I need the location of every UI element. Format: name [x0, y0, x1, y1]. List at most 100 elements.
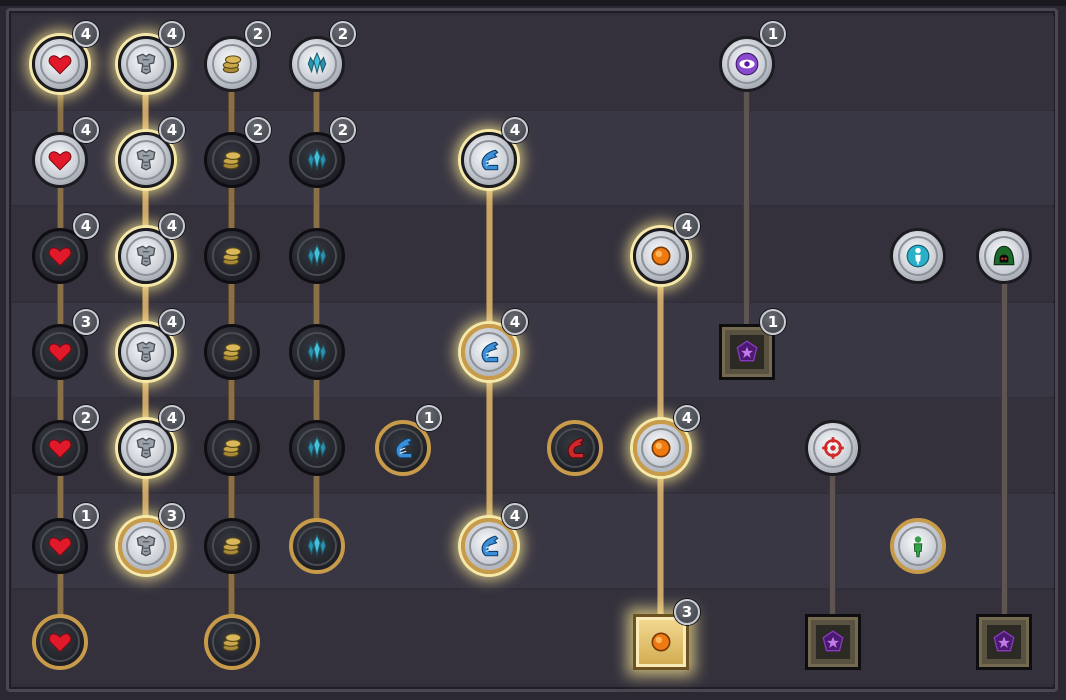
skill-node-square[interactable]	[976, 614, 1032, 670]
rank-badge: 2	[330, 21, 356, 47]
rank-badge: 4	[159, 21, 185, 47]
coins-icon	[219, 243, 245, 269]
crystal-icon	[304, 339, 330, 365]
rank-badge: 1	[416, 405, 442, 431]
crystal-icon	[304, 435, 330, 461]
skill-node-face	[469, 526, 509, 566]
red-wing-icon	[562, 435, 588, 461]
skill-node-face	[212, 140, 252, 180]
heart-icon	[47, 147, 73, 173]
heart-icon	[47, 339, 73, 365]
skill-node-face	[40, 526, 80, 566]
skill-node-face	[297, 332, 337, 372]
armor-icon	[133, 533, 159, 559]
rank-badge: 4	[502, 309, 528, 335]
coins-icon	[219, 435, 245, 461]
rank-badge: 4	[502, 117, 528, 143]
rank-badge: 4	[674, 213, 700, 239]
coins-icon	[219, 629, 245, 655]
heart-icon	[47, 629, 73, 655]
skill-node[interactable]	[289, 228, 345, 284]
skill-node-face	[212, 526, 252, 566]
skill-node[interactable]	[204, 614, 260, 670]
skill-node-square[interactable]	[805, 614, 861, 670]
skill-node[interactable]	[204, 228, 260, 284]
skill-node-face	[126, 44, 166, 84]
skill-node-face	[40, 332, 80, 372]
rank-badge: 2	[73, 405, 99, 431]
wing-icon	[476, 533, 502, 559]
armor-icon	[133, 147, 159, 173]
star-pentagon-icon	[820, 629, 846, 655]
heart-icon	[47, 243, 73, 269]
skill-node-face	[126, 332, 166, 372]
armor-icon	[133, 51, 159, 77]
skill-node-face	[297, 236, 337, 276]
skill-node-face	[727, 44, 767, 84]
crosshair-icon	[820, 435, 846, 461]
skill-node-face	[469, 140, 509, 180]
skill-node-face	[126, 140, 166, 180]
skill-node[interactable]	[289, 420, 345, 476]
rank-badge: 2	[330, 117, 356, 143]
rank-badge: 4	[73, 21, 99, 47]
skill-node-face	[730, 335, 764, 369]
crystal-icon	[304, 533, 330, 559]
rank-badge: 3	[674, 599, 700, 625]
skill-node-face	[898, 526, 938, 566]
skill-node-face	[212, 236, 252, 276]
star-pentagon-icon	[734, 339, 760, 365]
wing-icon	[476, 339, 502, 365]
orb-icon	[648, 243, 674, 269]
skill-node-face	[297, 526, 337, 566]
armor-icon	[133, 243, 159, 269]
skill-node-face	[898, 236, 938, 276]
coins-icon	[219, 51, 245, 77]
skill-node-face	[469, 332, 509, 372]
skill-node-face	[641, 236, 681, 276]
skill-node-face	[40, 44, 80, 84]
skill-node-face	[40, 428, 80, 468]
skill-node[interactable]	[547, 420, 603, 476]
skill-node-face	[212, 622, 252, 662]
orb-icon	[648, 629, 674, 655]
skill-node[interactable]	[204, 324, 260, 380]
skill-node-face	[126, 526, 166, 566]
skill-node-face	[212, 428, 252, 468]
skill-node[interactable]	[805, 420, 861, 476]
skill-node[interactable]	[890, 518, 946, 574]
skill-node-face	[40, 622, 80, 662]
skill-node-face	[641, 428, 681, 468]
skill-node[interactable]	[890, 228, 946, 284]
skill-node-face	[40, 236, 80, 276]
rank-badge: 1	[760, 309, 786, 335]
skill-node[interactable]	[204, 518, 260, 574]
armor-icon	[133, 339, 159, 365]
skill-node-face	[297, 44, 337, 84]
tier-row-7	[12, 590, 1054, 684]
person-aqua-icon	[905, 243, 931, 269]
skill-node[interactable]	[289, 324, 345, 380]
skill-node-face	[383, 428, 423, 468]
rank-badge: 4	[502, 503, 528, 529]
skill-node[interactable]	[289, 518, 345, 574]
skill-node-face	[984, 236, 1024, 276]
crystal-icon	[304, 51, 330, 77]
wing-icon	[476, 147, 502, 173]
star-pentagon-icon	[991, 629, 1017, 655]
skill-node[interactable]	[204, 420, 260, 476]
heart-icon	[47, 51, 73, 77]
skill-node-face	[813, 428, 853, 468]
crystal-icon	[304, 147, 330, 173]
orb-icon	[648, 435, 674, 461]
skill-node[interactable]	[976, 228, 1032, 284]
rank-badge: 4	[159, 309, 185, 335]
target-connector	[829, 448, 836, 642]
skill-node[interactable]	[32, 614, 88, 670]
eye-icon	[734, 51, 760, 77]
rank-badge: 3	[159, 503, 185, 529]
rank-badge: 4	[73, 117, 99, 143]
rank-badge: 2	[245, 21, 271, 47]
heart-icon	[47, 533, 73, 559]
person-green-icon	[905, 533, 931, 559]
